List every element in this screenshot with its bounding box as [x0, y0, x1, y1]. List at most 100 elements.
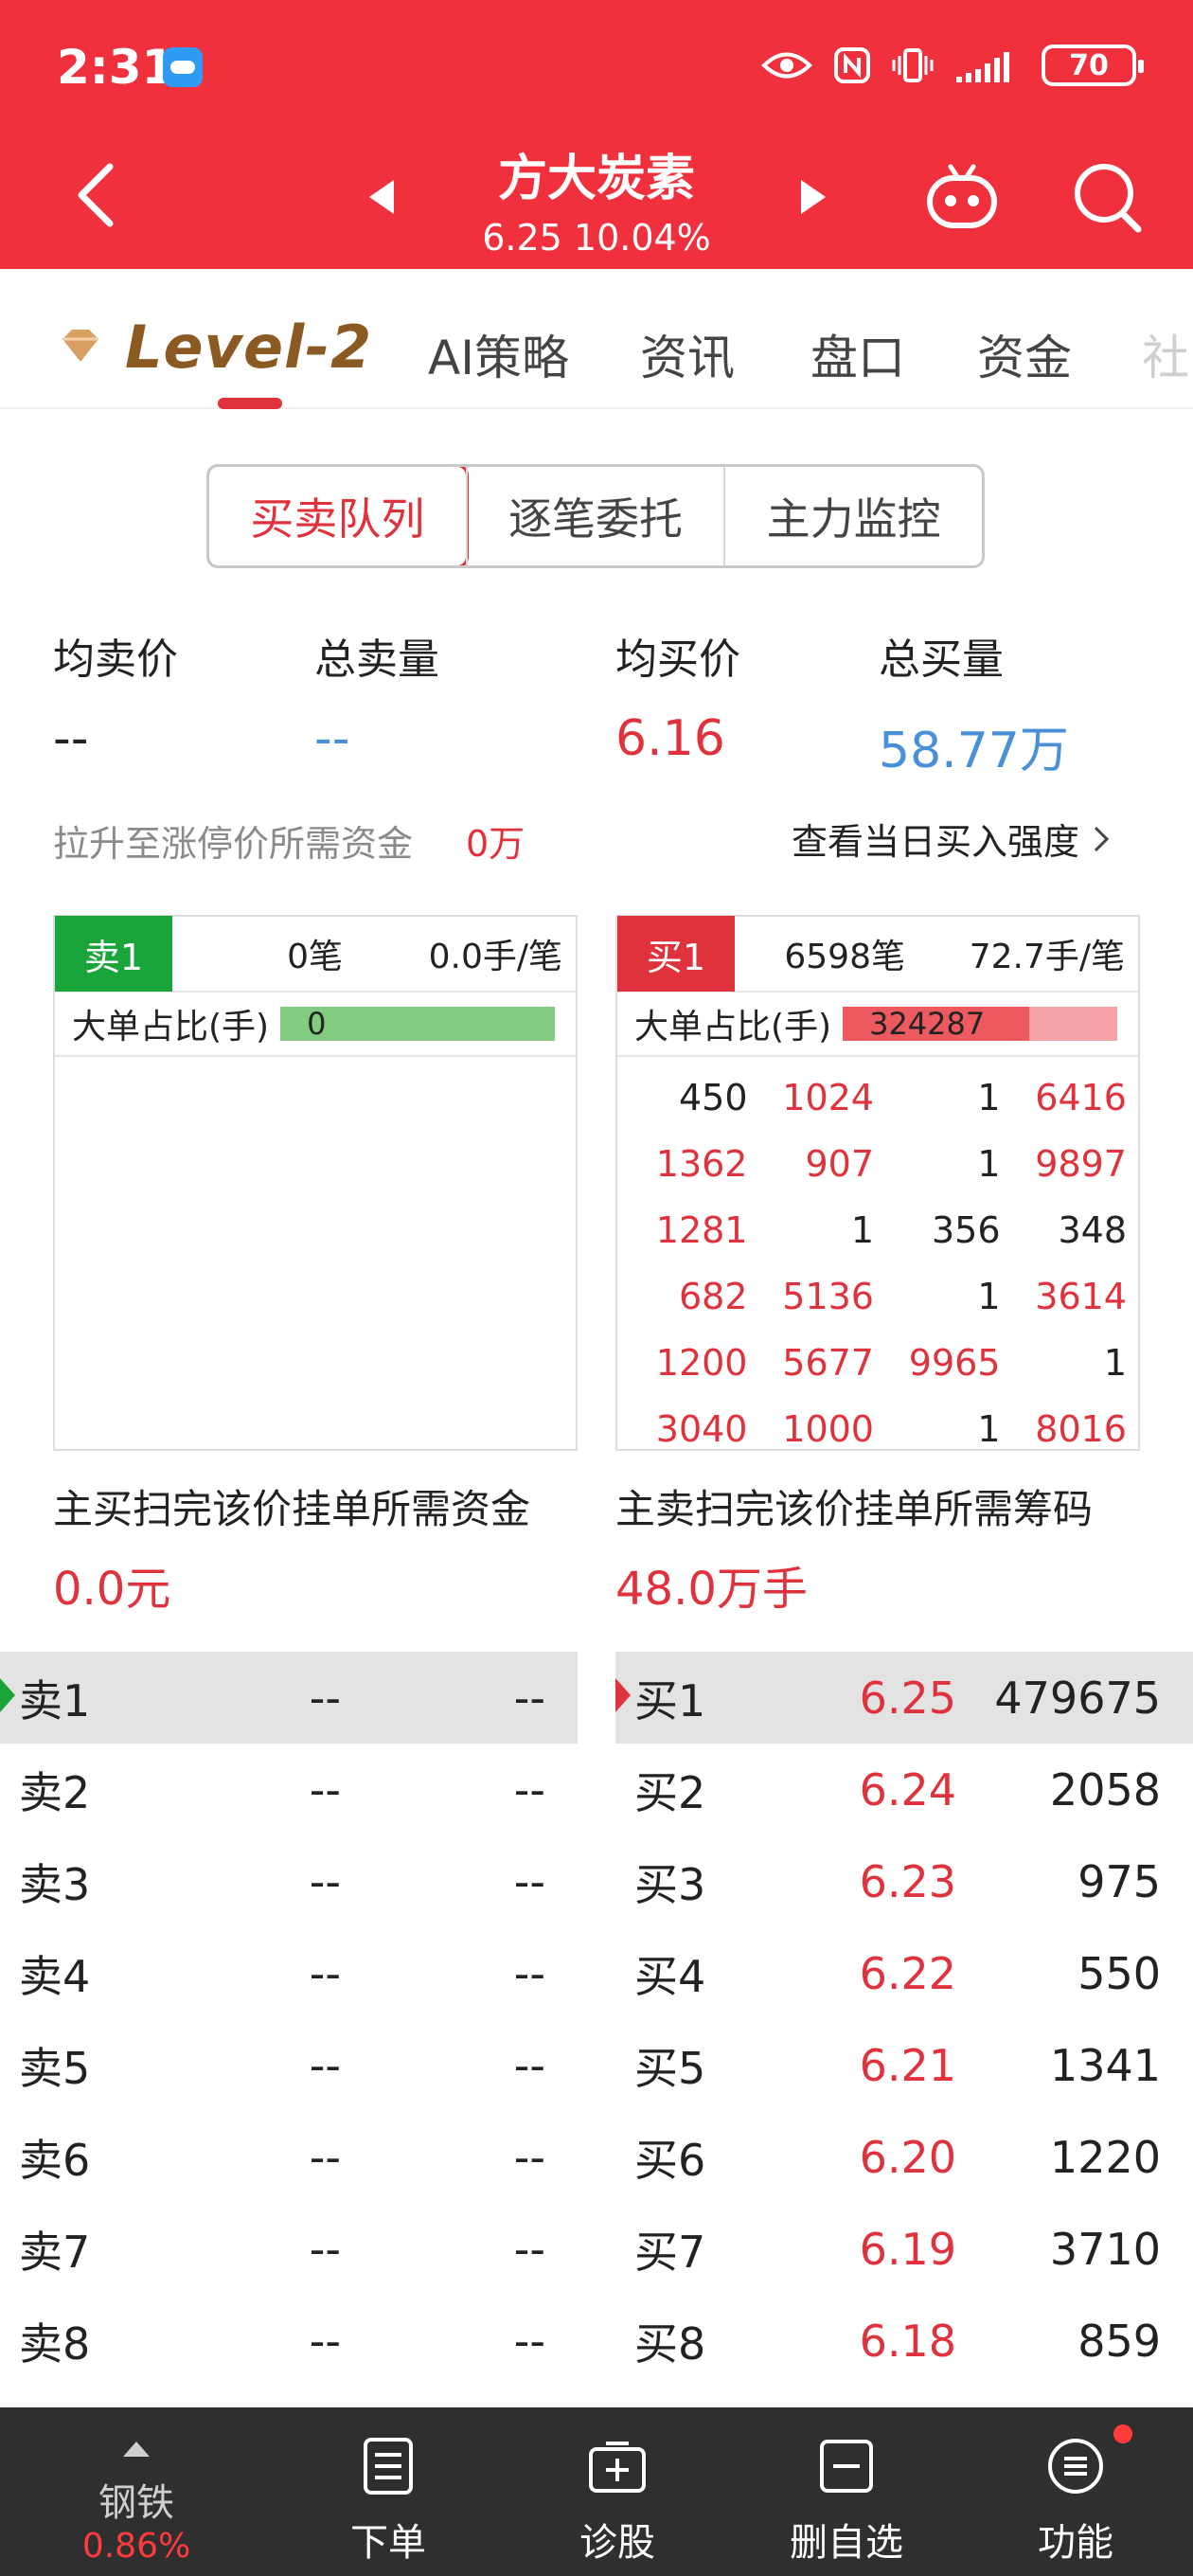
buy1-order-count: 6598笔 [784, 938, 905, 976]
queue-cell: 9897 [1035, 1143, 1127, 1185]
buy1-big-order-row: 大单占比(手) 324287 [617, 993, 1138, 1057]
buy-book-row[interactable]: 买3 6.23 975 [615, 1835, 1193, 1927]
segment-bid-ask-queue[interactable]: 买卖队列 [209, 467, 469, 565]
buy-level-label: 买5 [634, 2042, 706, 2094]
queue-cell: 9965 [908, 1342, 1001, 1384]
total-buy-stat: 总买量 58.77万 [879, 625, 1069, 781]
sell-book-row[interactable]: 卖8 -- -- [0, 2295, 578, 2387]
eye-icon [761, 52, 812, 79]
tab-funds[interactable]: 资金 [977, 320, 1072, 388]
buy-book-row[interactable]: 买8 6.18 859 [615, 2295, 1193, 2387]
tab-ai-strategy[interactable]: AI策略 [428, 320, 569, 388]
queue-row: 1362 907 1 9897 [625, 1131, 1131, 1197]
buy-sweep-funds-label: 主买扫完该价挂单所需资金 [53, 1486, 531, 1532]
tab-handicap[interactable]: 盘口 [810, 320, 905, 388]
search-icon[interactable] [1068, 157, 1148, 237]
buy-level-volume: 550 [1077, 1947, 1161, 1999]
status-time: 2:31 [57, 40, 175, 95]
buy-level-volume: 479675 [994, 1672, 1161, 1724]
sell-level-volume: -- [513, 2131, 545, 2183]
sell-level-volume: -- [513, 2223, 545, 2275]
next-stock-icon[interactable] [793, 176, 831, 218]
buy1-avg-lots: 72.7手/笔 [969, 938, 1125, 976]
sell1-big-order-bar: 0 [280, 1006, 556, 1042]
buy-level-label: 买1 [634, 1674, 706, 1726]
sell-book-row[interactable]: 卖7 -- -- [0, 2203, 578, 2295]
nav-remove-watchlist[interactable]: 删自选 [752, 2407, 941, 2576]
back-arrow-icon[interactable] [68, 157, 125, 233]
sector-button[interactable]: 钢铁 0.86% [42, 2407, 231, 2576]
buy-level-volume: 3710 [1049, 2223, 1161, 2275]
sell-book-row[interactable]: 卖2 -- -- [0, 1744, 578, 1835]
sell-level-price: -- [309, 1947, 341, 1999]
queue-row: 1281 1 356 348 [625, 1197, 1131, 1263]
sell-level-label: 卖3 [19, 1858, 91, 1910]
segment-tick-orders[interactable]: 逐笔委托 [465, 467, 724, 565]
sell1-avg-lots: 0.0手/笔 [428, 938, 562, 976]
signal-icon [956, 52, 1009, 82]
status-icons: 70 [761, 42, 1144, 89]
buy1-big-order-bar: 324287 [843, 1006, 1118, 1042]
queue-cell: 1 [850, 1209, 874, 1251]
robot-assistant-icon[interactable] [922, 157, 1002, 237]
sell-level-price: -- [309, 1763, 341, 1816]
tab-news[interactable]: 资讯 [640, 320, 735, 388]
buy1-panel-header: 买1 6598笔 72.7手/笔 [617, 916, 1138, 993]
queue-cell: 1 [977, 1276, 1001, 1317]
buy-book-row[interactable]: 买2 6.24 2058 [615, 1744, 1193, 1835]
sell-book-row[interactable]: 卖1 -- -- [0, 1652, 578, 1744]
queue-segmented-control: 买卖队列 逐笔委托 主力监控 [206, 464, 985, 568]
buy-book-row[interactable]: 买5 6.21 1341 [615, 2019, 1193, 2111]
buy-book-row[interactable]: 买7 6.19 3710 [615, 2203, 1193, 2295]
buy-level-price: 6.25 [859, 1672, 956, 1724]
buy-level-volume: 1341 [1049, 2039, 1161, 2091]
total-sell-stat: 总卖量 -- [314, 625, 439, 767]
nav-place-order[interactable]: 下单 [294, 2407, 483, 2576]
buy-book-row[interactable]: 买1 6.25 479675 [615, 1652, 1193, 1744]
status-bar: 2:31 70 [0, 0, 1193, 133]
tab-level2[interactable]: Level-2 [57, 309, 372, 385]
top-header: 2:31 70 方大炭素 6.25 10.04% [0, 0, 1193, 269]
sell1-queue-panel: 卖1 0笔 0.0手/笔 大单占比(手) 0 [53, 915, 578, 1451]
sell-level-volume: -- [513, 1855, 545, 1907]
prev-stock-icon[interactable] [364, 176, 401, 218]
sell-book-row[interactable]: 卖5 -- -- [0, 2019, 578, 2111]
buy-book-row[interactable]: 买6 6.20 1220 [615, 2111, 1193, 2203]
tab-community[interactable]: 社 [1142, 320, 1189, 388]
total-buy-label: 总买量 [879, 635, 1004, 684]
sell-level-volume: -- [513, 2315, 545, 2367]
buy-level-volume: 975 [1077, 1855, 1161, 1907]
nav-diagnose-stock[interactable]: 诊股 [523, 2407, 712, 2576]
menu-circle-icon [1048, 2439, 1103, 2494]
stock-name: 方大炭素 [497, 151, 695, 207]
sell-book-row[interactable]: 卖4 -- -- [0, 1927, 578, 2019]
sell-order-book: 卖1 -- -- 卖2 -- -- 卖3 -- -- 卖4 -- -- 卖5 -- -- 卖6 -- -- 卖7 --… [0, 1652, 578, 2387]
sell-book-row[interactable]: 卖3 -- -- [0, 1835, 578, 1927]
order-document-icon [364, 2438, 413, 2495]
sell-level-label: 卖5 [19, 2042, 91, 2094]
buy-level-label: 买2 [634, 1766, 706, 1818]
buy-level-label: 买3 [634, 1858, 706, 1910]
limit-up-funds-label: 拉升至涨停价所需资金 [53, 823, 414, 865]
notification-dot [1113, 2424, 1132, 2443]
sell1-big-order-value: 0 [307, 1006, 327, 1042]
avg-buy-label: 均买价 [615, 635, 740, 684]
queue-cell: 3614 [1035, 1276, 1127, 1317]
stock-title: 方大炭素 6.25 10.04% [398, 133, 795, 259]
sell-book-row[interactable]: 卖6 -- -- [0, 2111, 578, 2203]
sell1-big-order-label: 大单占比(手) [72, 1008, 270, 1046]
avg-sell-value: -- [53, 710, 89, 767]
vibrate-icon [892, 48, 934, 82]
queue-cell: 8016 [1035, 1408, 1127, 1450]
buy-book-row[interactable]: 买4 6.22 550 [615, 1927, 1193, 2019]
buy-level-volume: 2058 [1049, 1763, 1161, 1816]
nav-functions[interactable]: 功能 [981, 2407, 1170, 2576]
buy-strength-link[interactable]: 查看当日买入强度 [792, 813, 1112, 865]
queue-cell: 1 [977, 1077, 1001, 1118]
buy-level-price: 6.20 [859, 2131, 956, 2183]
segment-main-monitor[interactable]: 主力监控 [723, 467, 982, 565]
stock-quote: 6.25 10.04% [398, 217, 795, 259]
buy-level-volume: 1220 [1049, 2131, 1161, 2183]
queue-cell: 6416 [1035, 1077, 1127, 1118]
nav-remove-watchlist-label: 删自选 [790, 2521, 903, 2565]
